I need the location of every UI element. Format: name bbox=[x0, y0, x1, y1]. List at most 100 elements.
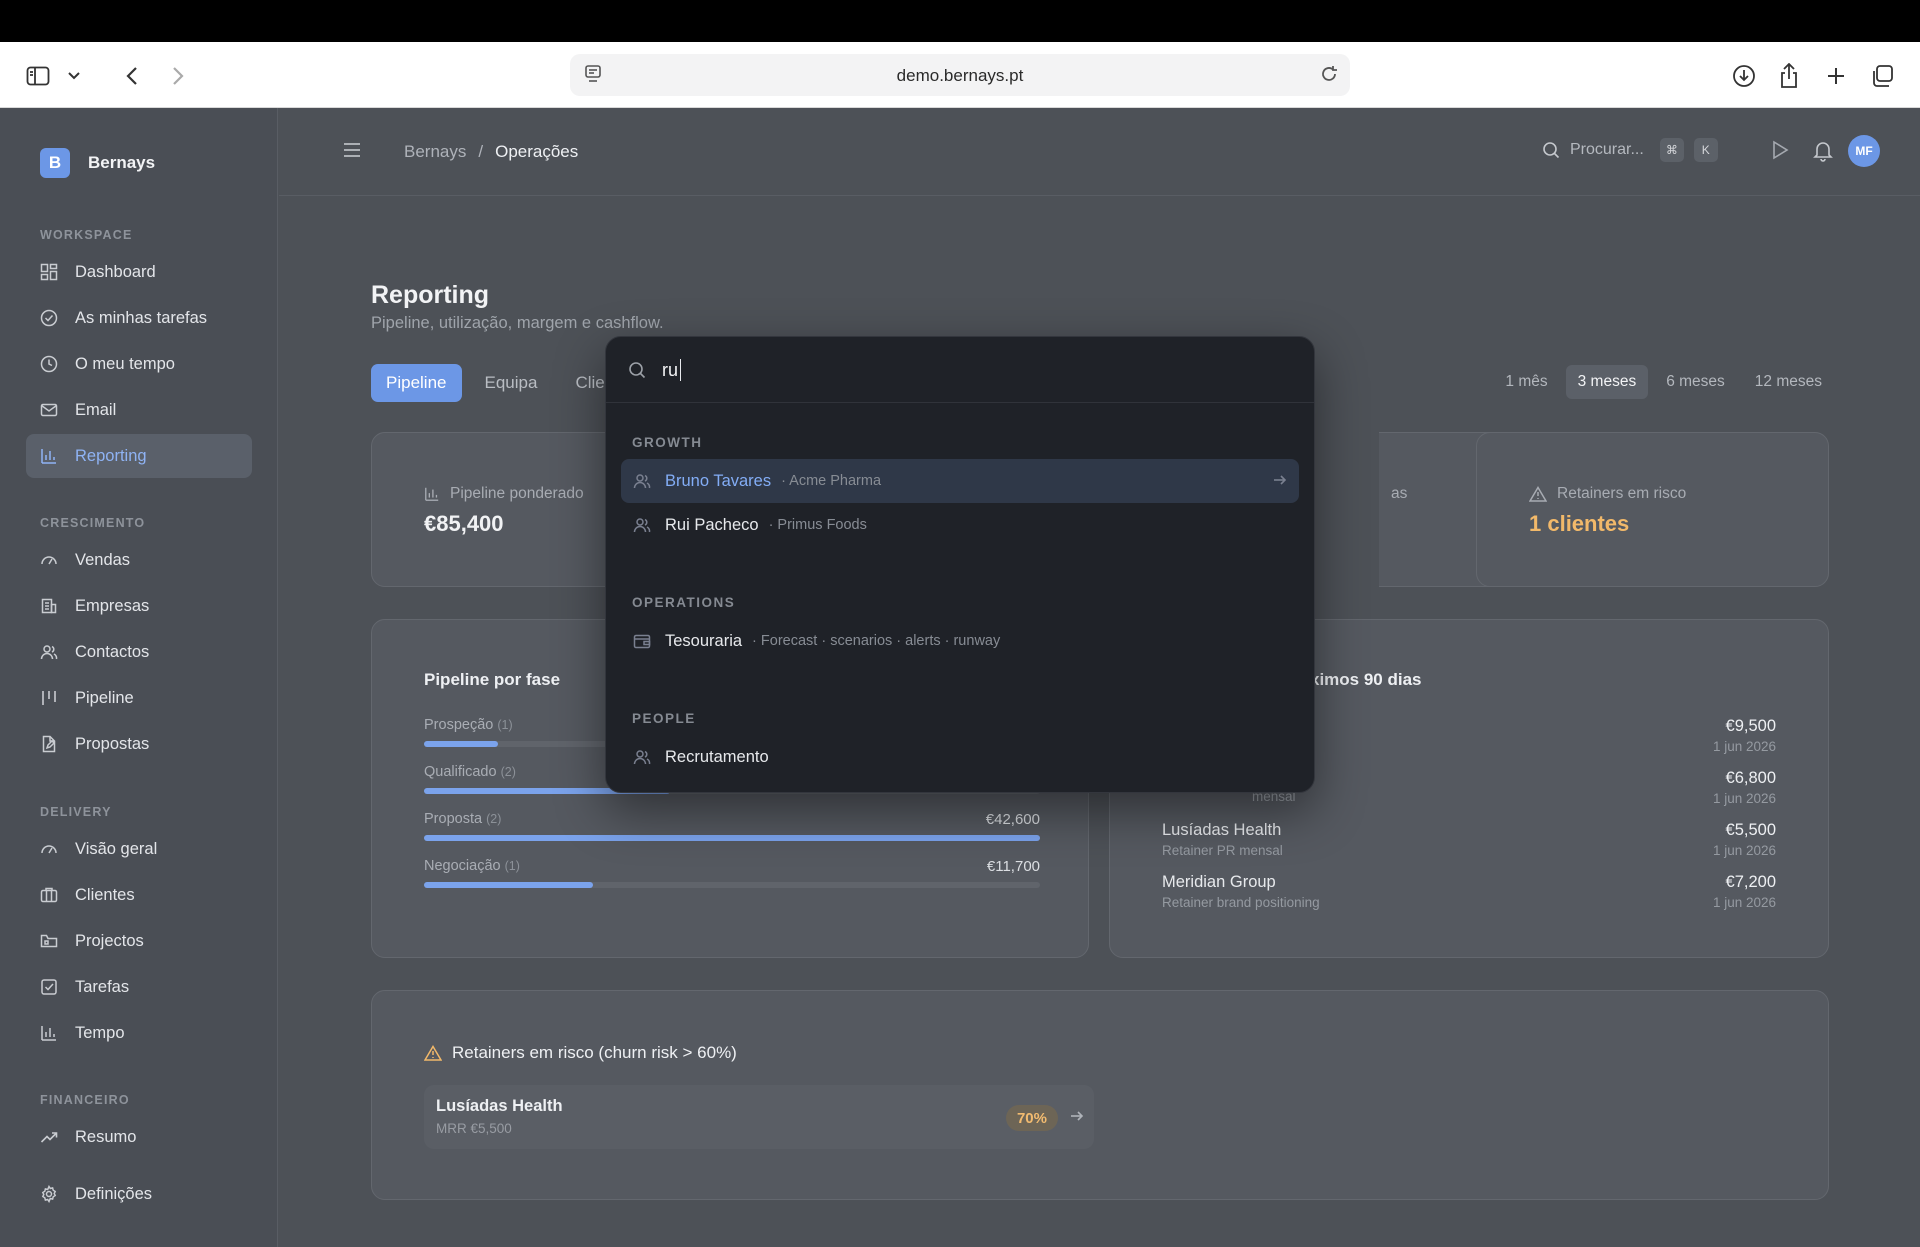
palette-item-label: Bruno Tavares bbox=[665, 471, 772, 490]
sidebar-item-summary[interactable]: Resumo bbox=[26, 1115, 252, 1159]
file-edit-icon bbox=[42, 735, 56, 753]
palette-item-meta: · Primus Foods bbox=[768, 517, 867, 533]
new-tab-icon[interactable] bbox=[1822, 62, 1850, 90]
url-text: demo.bernays.pt bbox=[896, 66, 1024, 85]
palette-item-label: Tesouraria bbox=[665, 631, 743, 650]
section-delivery: DELIVERY bbox=[40, 805, 112, 819]
chevron-down-icon[interactable] bbox=[60, 62, 88, 90]
sidebar-item-label: Tarefas bbox=[75, 977, 130, 996]
risk-title-text: Retainers em risco (churn risk > 60%) bbox=[452, 1043, 737, 1062]
stage-amount: €11,700 bbox=[986, 858, 1040, 875]
risk-row[interactable]: Lusíadas Health MRR €5,500 70% bbox=[424, 1085, 1094, 1149]
sidebar-item-overview[interactable]: Visão geral bbox=[26, 827, 252, 871]
period-3m[interactable]: 3 meses bbox=[1565, 365, 1649, 399]
search-placeholder: Procurar... bbox=[1570, 141, 1644, 158]
risk-title: Retainers em risco (churn risk > 60%) bbox=[424, 1043, 737, 1063]
browser-toolbar: demo.bernays.pt bbox=[0, 42, 1920, 108]
palette-item-recrutamento[interactable]: Recrutamento bbox=[621, 735, 1299, 779]
renewal-amount: €6,800 bbox=[1725, 769, 1776, 787]
building-icon bbox=[41, 598, 57, 614]
sidebar-item-proposals[interactable]: Propostas bbox=[26, 722, 252, 766]
kpi-value: €85,400 bbox=[424, 511, 504, 536]
renewal-client: Lusíadas Health bbox=[1162, 821, 1282, 839]
kpi-value: 1 clientes bbox=[1529, 511, 1630, 536]
mail-icon bbox=[40, 403, 58, 417]
arrow-right-icon bbox=[1070, 1109, 1084, 1128]
sidebar-item-label: Pipeline bbox=[75, 688, 134, 707]
renewal-amount: €5,500 bbox=[1725, 821, 1776, 839]
sidebar-item-sales[interactable]: Vendas bbox=[26, 538, 252, 582]
palette-item-tesouraria[interactable]: Tesouraria · Forecast · scenarios · aler… bbox=[621, 619, 1299, 663]
stage-progress-fill bbox=[424, 741, 498, 747]
sidebar-item-label: Resumo bbox=[75, 1127, 137, 1146]
global-search[interactable]: Procurar... ⌘ K bbox=[1542, 138, 1718, 162]
trend-up-icon bbox=[40, 1132, 58, 1143]
renewal-desc: Retainer PR mensal bbox=[1162, 843, 1283, 858]
avatar[interactable]: MF bbox=[1848, 135, 1880, 167]
sidebar-item-label: Email bbox=[75, 400, 117, 419]
renewal-amount: €7,200 bbox=[1725, 873, 1776, 891]
palette-item-rui-pacheco[interactable]: Rui Pacheco · Primus Foods bbox=[621, 503, 1299, 547]
sidebar-item-label: Propostas bbox=[75, 734, 150, 753]
sidebar-item-my-time[interactable]: O meu tempo bbox=[26, 342, 252, 386]
users-icon bbox=[633, 750, 651, 765]
breadcrumb-root[interactable]: Bernays bbox=[404, 142, 466, 162]
palette-search-input[interactable] bbox=[662, 355, 1262, 385]
sidebar-item-settings[interactable]: Definições bbox=[26, 1172, 252, 1216]
sidebar-item-label: Definições bbox=[75, 1184, 153, 1203]
tab-overview-icon[interactable] bbox=[1868, 62, 1896, 90]
section-growth: CRESCIMENTO bbox=[40, 516, 146, 530]
renewal-row[interactable]: Meridian Group Retainer brand positioning… bbox=[1162, 873, 1776, 910]
breadcrumb-current: Operações bbox=[495, 142, 579, 161]
stage-progress-fill bbox=[424, 835, 1040, 841]
sidebar-item-label: Projectos bbox=[75, 931, 144, 950]
period-12m[interactable]: 12 meses bbox=[1743, 365, 1834, 399]
sidebar-item-label: Visão geral bbox=[75, 839, 158, 858]
sidebar-item-projects[interactable]: Projectos bbox=[26, 919, 252, 963]
risk-client-mrr: MRR €5,500 bbox=[436, 1121, 512, 1136]
period-6m[interactable]: 6 meses bbox=[1654, 365, 1737, 399]
brand[interactable]: B Bernays bbox=[40, 148, 155, 178]
period-1m[interactable]: 1 mês bbox=[1493, 365, 1559, 399]
sidebar-item-label: Empresas bbox=[75, 596, 150, 615]
sidebar-item-email[interactable]: Email bbox=[26, 388, 252, 432]
stage-progress-track bbox=[424, 835, 1040, 841]
kpi-label-text: as bbox=[1391, 485, 1408, 502]
share-icon[interactable] bbox=[1775, 62, 1803, 90]
renewal-amount: €9,500 bbox=[1725, 717, 1776, 735]
stage-amount: €42,600 bbox=[985, 811, 1040, 828]
palette-item-bruno-tavares[interactable]: Bruno Tavares · Acme Pharma bbox=[621, 459, 1299, 503]
risk-client-name: Lusíadas Health bbox=[436, 1097, 563, 1115]
reload-icon[interactable] bbox=[1318, 63, 1340, 90]
sidebar-item-pipeline[interactable]: Pipeline bbox=[26, 676, 252, 720]
menu-icon[interactable] bbox=[343, 142, 361, 163]
palette-group-operations: OPERATIONS bbox=[632, 595, 736, 610]
bell-icon[interactable] bbox=[1813, 140, 1833, 167]
sidebar-item-contacts[interactable]: Contactos bbox=[26, 630, 252, 674]
sidebar-toggle-icon[interactable] bbox=[24, 62, 52, 90]
sidebar-item-clients[interactable]: Clientes bbox=[26, 873, 252, 917]
section-workspace: WORKSPACE bbox=[40, 228, 133, 242]
sidebar-item-companies[interactable]: Empresas bbox=[26, 584, 252, 628]
download-icon[interactable] bbox=[1730, 62, 1758, 90]
command-palette: GROWTH Bruno Tavares · Acme Pharma Rui P… bbox=[605, 336, 1315, 793]
sidebar-item-reporting[interactable]: Reporting bbox=[26, 434, 252, 478]
sidebar-item-tasks[interactable]: Tarefas bbox=[26, 965, 252, 1009]
back-icon[interactable] bbox=[118, 62, 146, 90]
app-header: Bernays / Operações Procurar... ⌘ K MF bbox=[279, 108, 1920, 196]
renewal-row[interactable]: Lusíadas Health Retainer PR mensal €5,500 1… bbox=[1162, 821, 1776, 858]
tab-pipeline[interactable]: Pipeline bbox=[371, 364, 462, 402]
bar-chart-icon bbox=[41, 1026, 56, 1041]
play-icon[interactable] bbox=[1771, 140, 1789, 165]
address-bar[interactable]: demo.bernays.pt bbox=[570, 54, 1350, 96]
risk-card: Retainers em risco (churn risk > 60%) Lu… bbox=[371, 990, 1829, 1200]
sidebar-item-dashboard[interactable]: Dashboard bbox=[26, 250, 252, 294]
sidebar-item-my-tasks[interactable]: As minhas tarefas bbox=[26, 296, 252, 340]
renewal-client: Meridian Group bbox=[1162, 873, 1276, 891]
tab-team[interactable]: Equipa bbox=[470, 364, 553, 402]
forward-icon[interactable] bbox=[164, 62, 192, 90]
kpi-label-text: Retainers em risco bbox=[1557, 485, 1687, 502]
search-icon bbox=[1543, 142, 1560, 159]
sidebar-item-time[interactable]: Tempo bbox=[26, 1011, 252, 1055]
sidebar: B Bernays WORKSPACE Dashboard As minhas … bbox=[0, 108, 278, 1247]
